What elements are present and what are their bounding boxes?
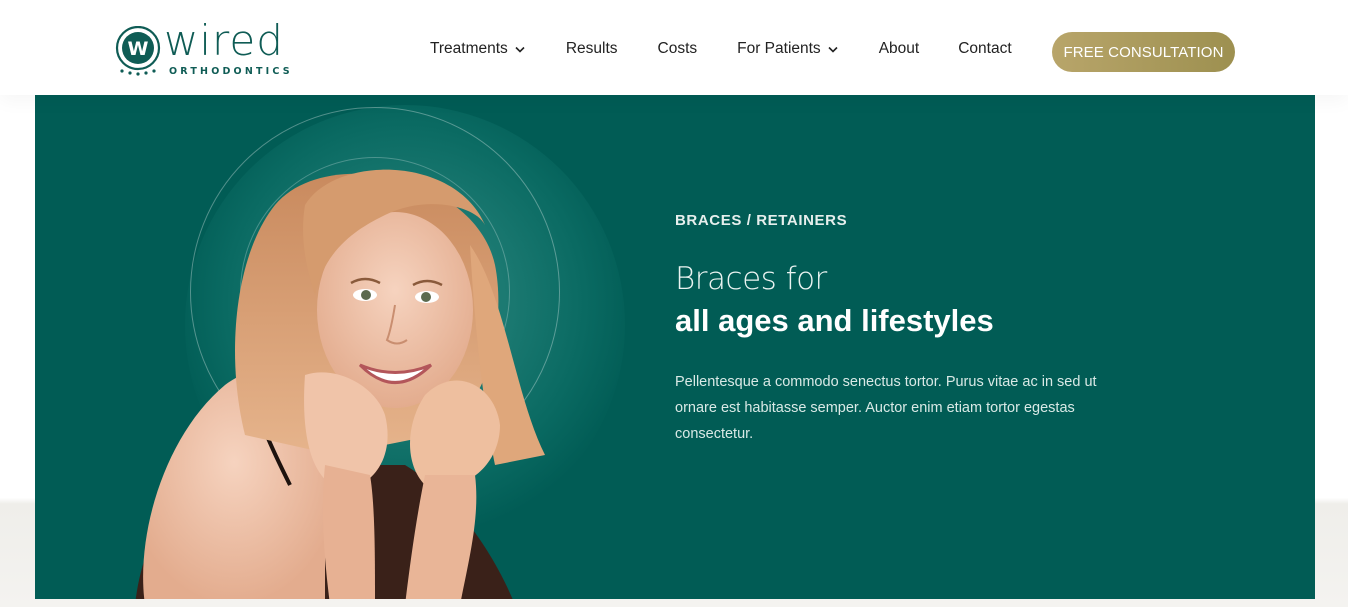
hero-body-text: Pellentesque a commodo senectus tortor. …: [675, 374, 1097, 442]
nav-item-label: For Patients: [737, 40, 821, 57]
nav-item-about[interactable]: About: [879, 40, 920, 58]
nav-item-label: Treatments: [430, 40, 508, 57]
nav-item-label: Results: [565, 40, 618, 57]
nav-item-treatments[interactable]: Treatments: [430, 40, 525, 58]
smiling-woman-image: [135, 169, 545, 599]
hero-eyebrow: BRACES / RETAINERS: [675, 212, 848, 229]
free-consultation-button[interactable]: FREE CONSULTATION: [1052, 32, 1235, 72]
chevron-down-icon: [828, 46, 838, 53]
nav-item-label: Contact: [958, 40, 1012, 57]
logo-mark-letter: W: [128, 38, 149, 60]
hero-section: BRACES / RETAINERS Braces for all ages a…: [35, 95, 1315, 599]
main-nav: Treatments Results Costs For Patients Ab…: [430, 40, 1012, 58]
brand-logo[interactable]: W wired ORTHODONTICS: [114, 20, 294, 80]
nav-item-label: Costs: [657, 40, 698, 57]
hero-headline-light: Braces for: [675, 261, 827, 297]
hero-headline-bold: all ages and lifestyles: [675, 303, 994, 338]
nav-item-contact[interactable]: Contact: [958, 40, 1011, 58]
nav-item-costs[interactable]: Costs: [658, 40, 698, 58]
site-header: W wired ORTHODONTICS Treatments Results …: [0, 0, 1348, 95]
nav-item-label: About: [878, 40, 920, 57]
brand-name: wired: [164, 16, 284, 65]
brand-tagline: ORTHODONTICS: [169, 66, 293, 77]
nav-item-for-patients[interactable]: For Patients: [737, 40, 838, 58]
chevron-down-icon: [515, 46, 525, 53]
nav-item-results[interactable]: Results: [566, 40, 618, 58]
logo-mark-icon: W: [115, 26, 161, 76]
